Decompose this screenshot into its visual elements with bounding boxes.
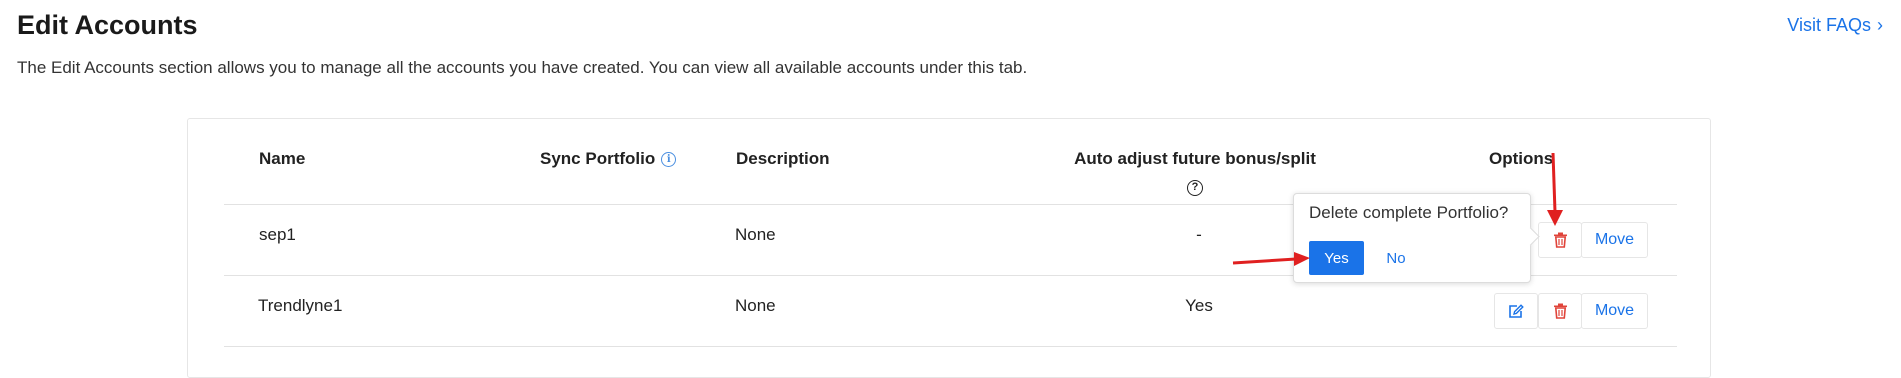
row-2-auto-adjust: Yes [1185,296,1213,315]
column-header-sync-portfolio: Sync Portfolio i [540,149,677,169]
page-description: The Edit Accounts section allows you to … [17,58,1028,77]
info-icon[interactable]: i [661,152,677,168]
row-2-description: None [735,296,776,315]
row-2-name: Trendlyne1 [258,296,343,315]
row-2-edit-button[interactable] [1494,293,1538,329]
page-title: Edit Accounts [17,10,198,40]
row-1-auto-adjust: - [1196,225,1202,244]
edit-icon [1509,303,1524,318]
delete-confirm-question: Delete complete Portfolio? [1309,203,1509,222]
column-header-options: Options [1489,149,1554,168]
row-divider [224,346,1677,347]
trash-icon [1553,232,1567,248]
row-1-delete-button[interactable] [1538,222,1582,258]
trash-icon [1553,303,1567,319]
row-2-move-button[interactable]: Move [1581,293,1648,329]
column-header-name: Name [259,149,306,168]
chevron-right-icon: › [1877,15,1883,35]
sync-portfolio-label: Sync Portfolio [540,149,656,168]
visit-faqs-link[interactable]: Visit FAQs › [1787,15,1883,36]
confirm-no-button[interactable]: No [1377,241,1415,275]
auto-adjust-label: Auto adjust future bonus/split [1074,149,1316,168]
row-1-name: sep1 [259,225,296,244]
row-2-delete-button[interactable] [1538,293,1582,329]
confirm-yes-button[interactable]: Yes [1309,241,1364,275]
row-1-move-button[interactable]: Move [1581,222,1648,258]
delete-confirm-popover: Delete complete Portfolio? Yes No [1293,193,1531,283]
column-header-auto-adjust: Auto adjust future bonus/split ? [1055,149,1335,196]
column-header-description: Description [736,149,830,168]
row-1-description: None [735,225,776,244]
question-circle-icon[interactable]: ? [1187,180,1203,196]
visit-faqs-label: Visit FAQs [1787,15,1871,35]
